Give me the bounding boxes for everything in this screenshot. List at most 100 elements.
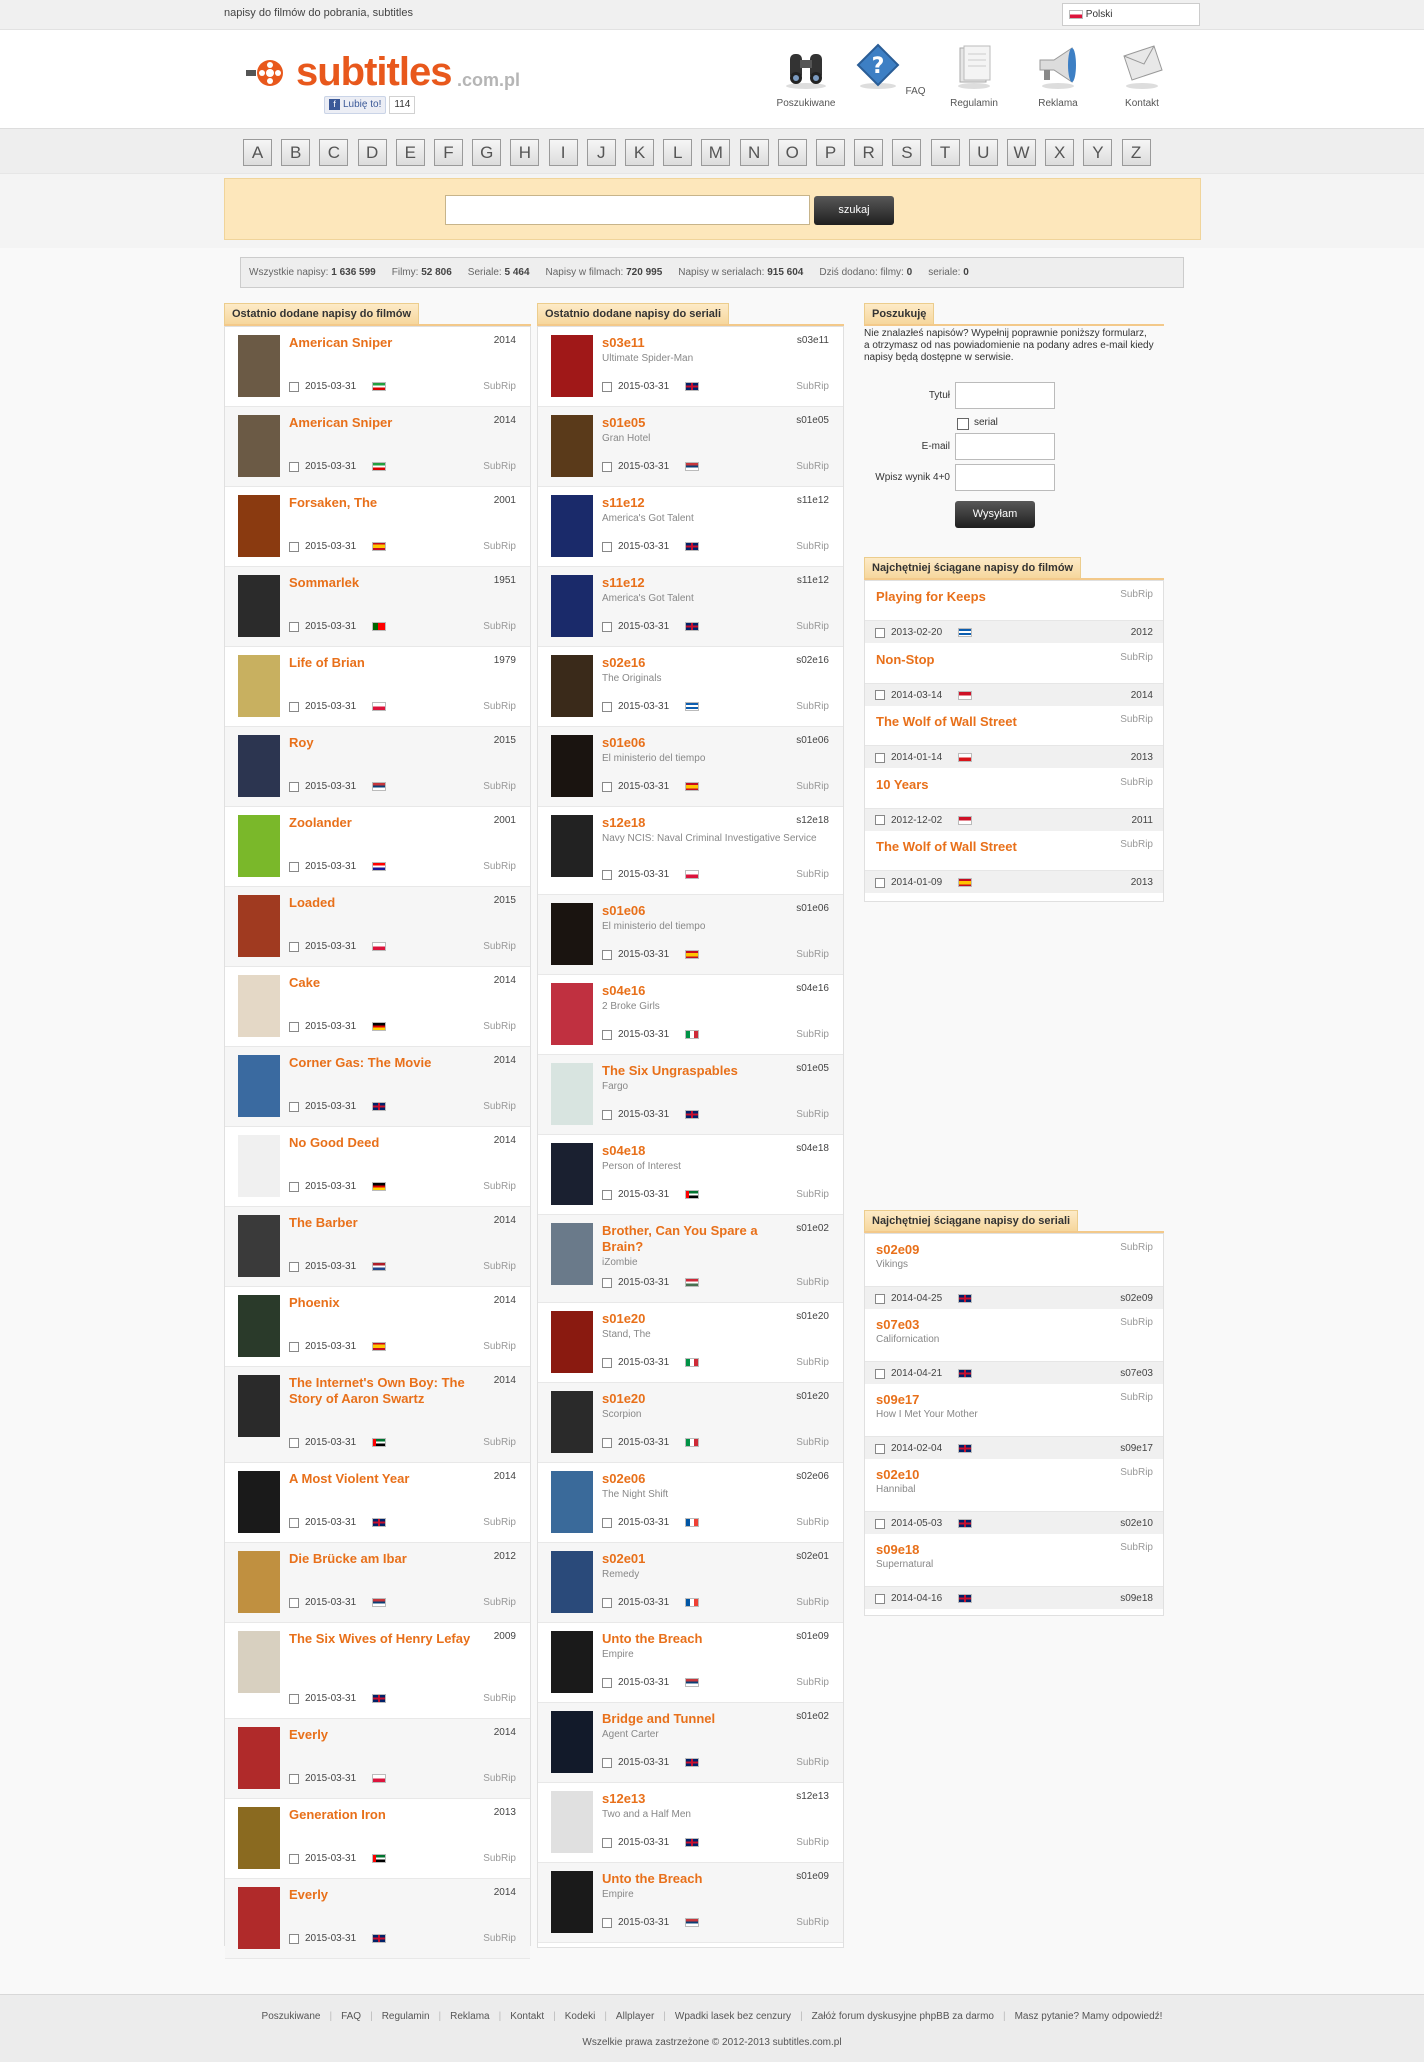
facebook-like-button[interactable]: f Lubię to! [324,96,387,114]
series-row[interactable]: s04e18 s04e18 Person of Interest 2015-03-31… [538,1135,843,1215]
episode-title[interactable]: The Six Ungraspables [602,1063,802,1079]
top-series-item[interactable]: s09e17 How I Met Your Mother SubRip 2014-02… [865,1384,1163,1459]
footer-link[interactable]: Kontakt [510,2011,544,2022]
poster-image[interactable] [238,495,280,557]
letter-k[interactable]: K [625,139,654,166]
poster-image[interactable] [551,1311,593,1373]
top-movie-item[interactable]: The Wolf of Wall Street SubRip 2014-01-09 2… [865,831,1163,893]
episode-title[interactable]: s11e12 [602,575,802,591]
poster-image[interactable] [238,895,280,957]
top-series-item[interactable]: s09e18 Supernatural SubRip 2014-04-16 s09e18 [865,1534,1163,1609]
poster-image[interactable] [238,415,280,477]
series-row[interactable]: s11e12 s11e12 America's Got Talent 2015-03-… [538,567,843,647]
letter-t[interactable]: T [930,139,960,166]
top-title[interactable]: Non-Stop [876,652,934,667]
top-title[interactable]: s09e18 [876,1542,919,1557]
movie-title[interactable]: Sommarlek [289,575,489,591]
top-title[interactable]: s02e09 [876,1242,919,1257]
poster-image[interactable] [551,655,593,717]
facebook-like[interactable]: f Lubię to! 114 [324,96,416,114]
movie-title[interactable]: Loaded [289,895,489,911]
series-row[interactable]: s11e12 s11e12 America's Got Talent 2015-03-… [538,487,843,567]
episode-title[interactable]: Brother, Can You Spare a Brain? [602,1223,802,1255]
poster-image[interactable] [551,1631,593,1693]
poster-image[interactable] [238,815,280,877]
movie-row[interactable]: Life of Brian 1979 2015-03-31 SubRip [225,647,530,727]
letter-u[interactable]: U [968,139,998,166]
episode-title[interactable]: s12e13 [602,1791,802,1807]
letter-l[interactable]: L [663,139,693,166]
poster-image[interactable] [238,1295,280,1357]
poster-image[interactable] [238,1055,280,1117]
poster-image[interactable] [238,1727,280,1789]
footer-link[interactable]: Poszukiwane [262,2011,321,2022]
episode-title[interactable]: Unto the Breach [602,1871,802,1887]
poster-image[interactable] [551,735,593,797]
series-row[interactable]: Unto the Breach s01e09 Empire 2015-03-31 Sub… [538,1623,843,1703]
series-row[interactable]: s02e16 s02e16 The Originals 2015-03-31 SubRi… [538,647,843,727]
poster-image[interactable] [238,975,280,1037]
footer-link[interactable]: Allplayer [616,2011,654,2022]
poster-image[interactable] [551,1871,593,1933]
poster-image[interactable] [551,1791,593,1853]
poster-image[interactable] [238,1135,280,1197]
top-title[interactable]: s07e03 [876,1317,919,1332]
series-row[interactable]: The Six Ungraspables s01e05 Fargo 2015-03-3… [538,1055,843,1135]
top-title[interactable]: The Wolf of Wall Street [876,714,1017,729]
top-title[interactable]: Playing for Keeps [876,589,986,604]
poster-image[interactable] [551,1471,593,1533]
movie-title[interactable]: Phoenix [289,1295,489,1311]
poster-image[interactable] [551,1143,593,1205]
episode-title[interactable]: s01e06 [602,735,802,751]
footer-link[interactable]: Regulamin [382,2011,430,2022]
episode-title[interactable]: s12e18 [602,815,802,831]
poster-image[interactable] [238,735,280,797]
movie-row[interactable]: Zoolander 2001 2015-03-31 SubRip [225,807,530,887]
poster-image[interactable] [551,815,593,877]
episode-title[interactable]: s01e05 [602,415,802,431]
poster-image[interactable] [551,983,593,1045]
poster-image[interactable] [238,1887,280,1949]
letter-f[interactable]: F [434,139,463,166]
series-row[interactable]: s01e06 s01e06 El ministerio del tiempo 2015… [538,895,843,975]
movie-title[interactable]: The Internet's Own Boy: The Story of Aar… [289,1375,489,1407]
series-row[interactable]: s02e06 s02e06 The Night Shift 2015-03-31 Sub… [538,1463,843,1543]
movie-row[interactable]: Everly 2014 2015-03-31 SubRip [225,1719,530,1799]
footer-link[interactable]: Reklama [450,2011,489,2022]
movie-title[interactable]: Life of Brian [289,655,489,671]
top-movie-item[interactable]: The Wolf of Wall Street SubRip 2014-01-14 2… [865,706,1163,768]
series-row[interactable]: s12e13 s12e13 Two and a Half Men 2015-03-31… [538,1783,843,1863]
movie-title[interactable]: The Barber [289,1215,489,1231]
movie-title[interactable]: Generation Iron [289,1807,489,1823]
movie-row[interactable]: Cake 2014 2015-03-31 SubRip [225,967,530,1047]
series-row[interactable]: s01e06 s01e06 El ministerio del tiempo 2015… [538,727,843,807]
poster-image[interactable] [238,335,280,397]
movie-title[interactable]: The Six Wives of Henry Lefay [289,1631,489,1647]
poster-image[interactable] [238,1215,280,1277]
episode-title[interactable]: Unto the Breach [602,1631,802,1647]
top-title[interactable]: s02e10 [876,1467,919,1482]
letter-o[interactable]: O [777,139,807,166]
poster-image[interactable] [238,655,280,717]
letter-p[interactable]: P [816,139,845,166]
series-row[interactable]: Brother, Can You Spare a Brain? s01e02 iZo… [538,1215,843,1303]
movie-row[interactable]: Roy 2015 2015-03-31 SubRip [225,727,530,807]
episode-title[interactable]: s01e20 [602,1311,802,1327]
episode-title[interactable]: s01e06 [602,903,802,919]
movie-title[interactable]: American Sniper [289,335,489,351]
poster-image[interactable] [551,415,593,477]
movie-row[interactable]: Everly 2014 2015-03-31 SubRip [225,1879,530,1959]
poster-image[interactable] [551,1063,593,1125]
letter-r[interactable]: R [854,139,884,166]
poster-image[interactable] [238,575,280,637]
letter-w[interactable]: W [1007,139,1036,166]
letter-y[interactable]: Y [1083,139,1113,166]
language-select[interactable]: Polski [1062,3,1200,26]
poster-image[interactable] [238,1631,280,1693]
episode-title[interactable]: s01e20 [602,1391,802,1407]
letter-e[interactable]: E [395,139,425,166]
poster-image[interactable] [551,1223,593,1285]
movie-row[interactable]: American Sniper 2014 2015-03-31 SubRip [225,327,530,407]
poster-image[interactable] [551,1391,593,1453]
movie-row[interactable]: Die Brücke am Ibar 2012 2015-03-31 SubRip [225,1543,530,1623]
